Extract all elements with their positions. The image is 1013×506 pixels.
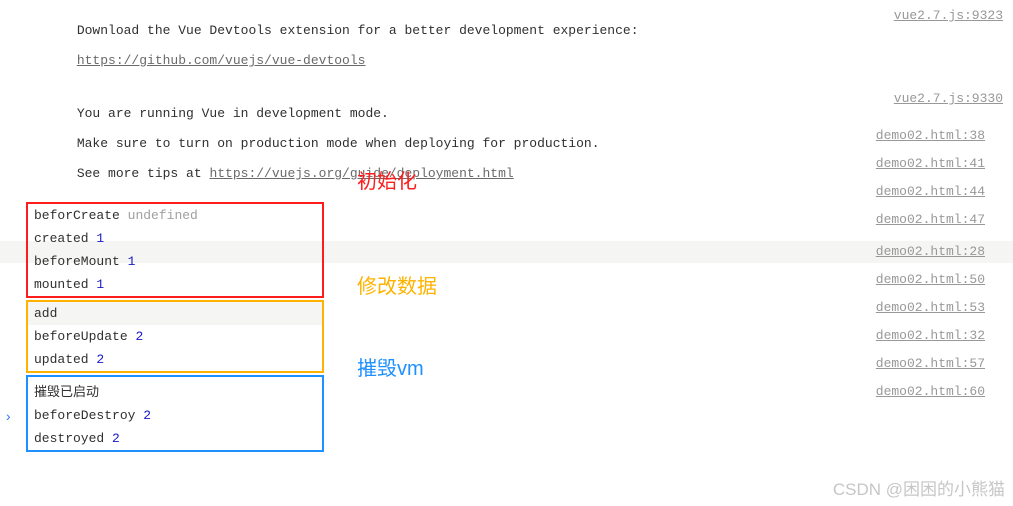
log-message: Download the Vue Devtools extension for … (30, 8, 882, 83)
number-value: 2 (135, 329, 143, 344)
watermark-text: CSDN @困困的小熊猫 (833, 475, 1005, 500)
source-link[interactable]: demo02.html:32 (876, 328, 985, 343)
number-value: 1 (128, 254, 136, 269)
source-link[interactable]: demo02.html:28 (876, 244, 985, 259)
console-output: Download the Vue Devtools extension for … (0, 0, 1013, 452)
devtools-link[interactable]: https://github.com/vuejs/vue-devtools (77, 53, 366, 68)
log-row: updated 2 (28, 348, 322, 371)
log-text: See more tips at (77, 166, 210, 181)
log-message: You are running Vue in development mode.… (30, 91, 882, 196)
log-message: mounted 1 (34, 277, 316, 292)
source-link[interactable]: demo02.html:53 (876, 300, 985, 315)
log-message: updated 2 (34, 352, 316, 367)
log-text: Make sure to turn on production mode whe… (77, 136, 600, 151)
number-value: 2 (143, 408, 151, 423)
log-row: add (28, 302, 322, 325)
source-link[interactable]: demo02.html:60 (876, 384, 985, 399)
log-text: beforeDestroy (34, 408, 135, 423)
log-message: 摧毁已启动 (34, 381, 316, 400)
log-text: beforCreate (34, 208, 120, 223)
log-message: beforeDestroy 2 (34, 408, 316, 423)
log-text: You are running Vue in development mode. (77, 106, 389, 121)
source-link[interactable]: demo02.html:44 (876, 184, 985, 199)
deployment-link[interactable]: https://vuejs.org/guide/deployment.html (209, 166, 513, 181)
log-message: destroyed 2 (34, 431, 316, 446)
log-message: beforeUpdate 2 (34, 329, 316, 344)
log-row: destroyed 2 (28, 427, 322, 450)
log-row: created 1 (28, 227, 322, 250)
undefined-value: undefined (128, 208, 198, 223)
source-link[interactable]: demo02.html:38 (876, 128, 985, 143)
number-value: 1 (96, 277, 104, 292)
log-text: updated (34, 352, 89, 367)
log-row: mounted 1 (28, 273, 322, 296)
log-text: created (34, 231, 89, 246)
source-link[interactable]: vue2.7.js:9330 (894, 91, 1003, 106)
log-row: beforCreate undefined (28, 204, 322, 227)
log-row: beforeUpdate 2 (28, 325, 322, 348)
log-text: Download the Vue Devtools extension for … (77, 23, 639, 38)
source-link[interactable]: demo02.html:47 (876, 212, 985, 227)
number-value: 1 (96, 231, 104, 246)
log-text: beforeMount (34, 254, 120, 269)
log-row: beforeDestroy 2 (28, 404, 322, 427)
log-text: 摧毁已启动 (34, 385, 99, 400)
log-message: created 1 (34, 231, 316, 246)
log-row: Download the Vue Devtools extension for … (0, 4, 1013, 87)
source-link[interactable]: demo02.html:50 (876, 272, 985, 287)
log-row: 摧毁已启动 (28, 377, 322, 404)
log-message: add (34, 306, 316, 321)
source-link[interactable]: vue2.7.js:9323 (894, 8, 1003, 23)
number-value: 2 (112, 431, 120, 446)
annotation-box-red: beforCreate undefinedcreated 1beforeMoun… (26, 202, 324, 298)
annotation-box-blue: 摧毁已启动beforeDestroy 2destroyed 2 (26, 375, 324, 452)
console-prompt-icon[interactable]: › (4, 410, 12, 426)
log-row: You are running Vue in development mode.… (0, 87, 1013, 200)
number-value: 2 (96, 352, 104, 367)
log-text: mounted (34, 277, 89, 292)
log-text: destroyed (34, 431, 104, 446)
log-text: beforeUpdate (34, 329, 128, 344)
log-text: add (34, 306, 57, 321)
source-link[interactable]: demo02.html:57 (876, 356, 985, 371)
annotation-box-orange: addbeforeUpdate 2updated 2 (26, 300, 324, 373)
log-message: beforCreate undefined (34, 208, 316, 223)
source-link[interactable]: demo02.html:41 (876, 156, 985, 171)
log-message: beforeMount 1 (34, 254, 316, 269)
log-row: beforeMount 1 (28, 250, 322, 273)
